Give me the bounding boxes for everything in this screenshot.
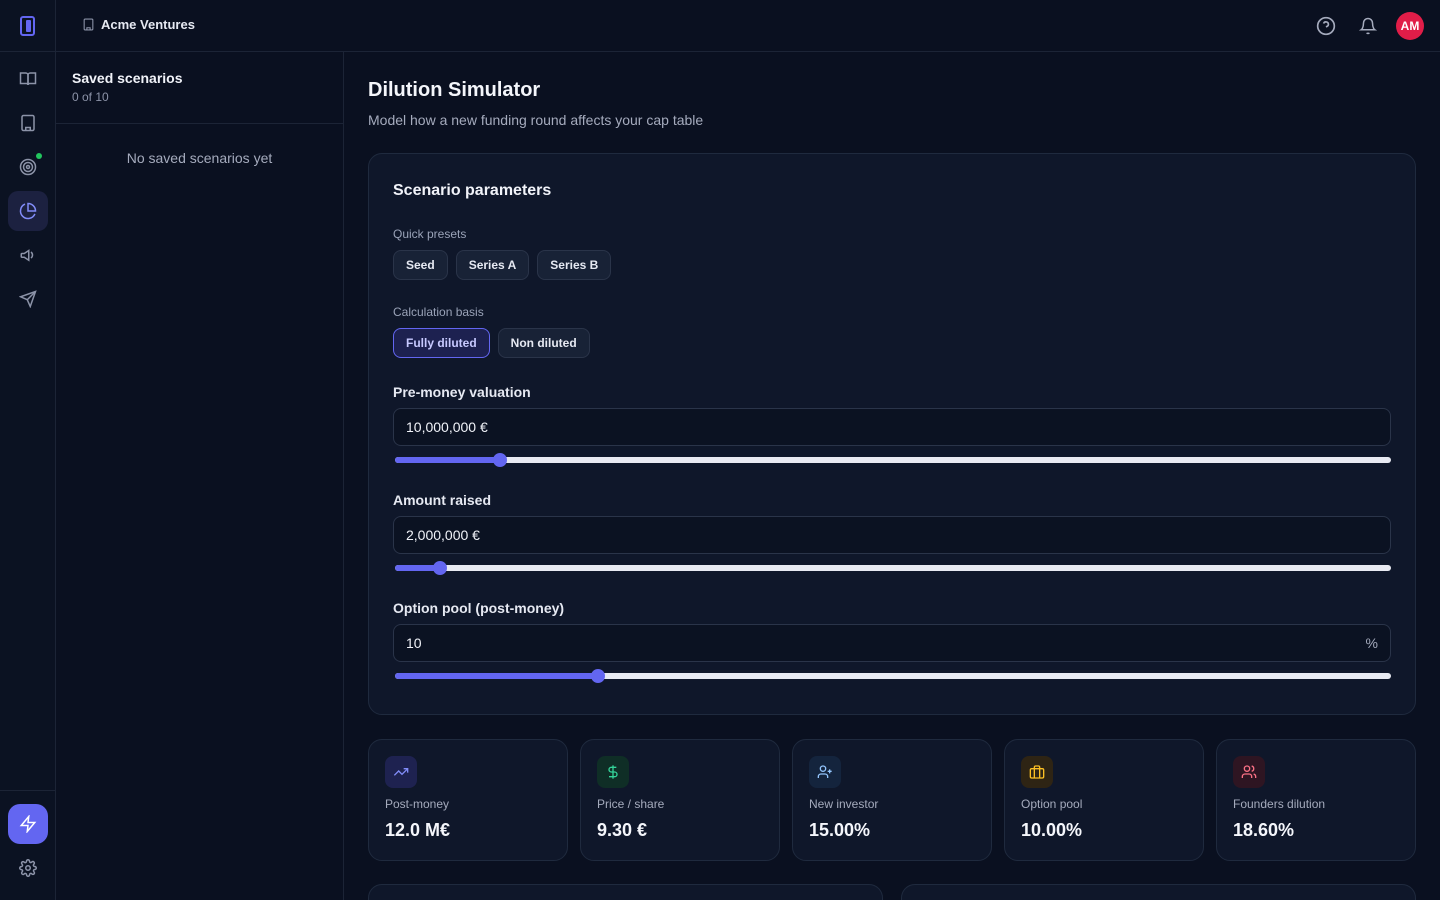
- avatar[interactable]: AM: [1396, 12, 1424, 40]
- premoney-value: 10,000,000 €: [406, 419, 488, 435]
- result-card-left: [368, 884, 883, 900]
- card-title: Scenario parameters: [393, 182, 552, 199]
- building-icon: [83, 18, 94, 31]
- preset-series-b-button[interactable]: Series B: [537, 250, 612, 280]
- briefcase-icon: [1029, 765, 1045, 779]
- presets-label: Quick presets: [393, 227, 467, 241]
- slider-track: [395, 457, 1391, 463]
- pool-input[interactable]: 10 %: [393, 624, 1391, 662]
- stat-label: Post-money: [385, 797, 450, 811]
- stat-label: Founders dilution: [1233, 797, 1326, 811]
- trending-up-icon: [393, 768, 409, 776]
- rail-target[interactable]: [8, 147, 48, 187]
- basis-non-diluted-button[interactable]: Non diluted: [497, 328, 590, 358]
- stat-label: Option pool: [1021, 797, 1083, 811]
- premoney-label: Pre-money valuation: [393, 384, 531, 400]
- help-icon: [1316, 16, 1336, 36]
- slider-thumb[interactable]: [492, 453, 507, 467]
- nav-rail: [0, 0, 56, 900]
- stat-new-investor: New investor 15.00%: [792, 739, 992, 861]
- basis-toggle: Fully diluted Non diluted: [393, 328, 590, 358]
- saved-empty-state: No saved scenarios yet: [126, 150, 273, 166]
- raised-value: 2,000,000 €: [406, 527, 480, 543]
- pool-label: Option pool (post-money): [393, 600, 565, 616]
- rail-settings[interactable]: [8, 848, 48, 888]
- org-name: Acme Ventures: [101, 17, 195, 32]
- bolt-icon: [19, 815, 37, 833]
- stat-icon-box: [385, 756, 417, 788]
- basis-fully-diluted-button[interactable]: Fully diluted: [393, 328, 490, 358]
- stat-label: New investor: [809, 797, 879, 811]
- result-card-right: [901, 884, 1416, 900]
- main-content: Dilution Simulator Model how a new fundi…: [368, 52, 1416, 900]
- page-subtitle: Model how a new funding round affects yo…: [368, 112, 704, 128]
- dollar-icon: [608, 765, 618, 779]
- top-bar: Acme Ventures AM: [56, 0, 1440, 52]
- megaphone-icon: [20, 249, 34, 262]
- basis-label: Calculation basis: [393, 305, 484, 319]
- raised-label: Amount raised: [393, 492, 492, 508]
- raised-slider[interactable]: [395, 561, 1391, 575]
- stats-row: Post-money 12.0 M€ Price / share 9.30 € …: [368, 739, 1416, 861]
- send-icon: [19, 290, 37, 308]
- slider-fill: [395, 457, 500, 463]
- saved-count: 0 of 10: [72, 90, 109, 104]
- stat-value: 12.0 M€: [385, 820, 451, 840]
- pool-slider[interactable]: [395, 669, 1391, 683]
- pool-value: 10: [406, 635, 422, 651]
- status-dot: [36, 153, 42, 159]
- book-icon: [19, 72, 37, 86]
- stat-value: 10.00%: [1021, 820, 1083, 840]
- slider-fill: [395, 673, 599, 679]
- help-button[interactable]: [1312, 12, 1340, 40]
- slider-thumb[interactable]: [432, 561, 447, 575]
- pool-suffix: %: [1365, 635, 1378, 651]
- saved-scenarios-panel: Saved scenarios 0 of 10 No saved scenari…: [56, 52, 344, 900]
- rail-megaphone[interactable]: [8, 235, 48, 275]
- building-icon: [21, 114, 35, 132]
- stat-value: 9.30 €: [597, 820, 648, 840]
- page-title: Dilution Simulator: [368, 79, 541, 101]
- notifications-button[interactable]: [1354, 12, 1382, 40]
- stat-icon-box: [1233, 756, 1265, 788]
- rail-bolt[interactable]: [8, 804, 48, 844]
- stat-price-per-share: Price / share 9.30 €: [580, 739, 780, 861]
- target-icon: [19, 158, 37, 176]
- scenario-parameters-card: Scenario parameters Quick presets Seed S…: [368, 153, 1416, 715]
- rail-divider: [0, 790, 56, 791]
- stat-option-pool: Option pool 10.00%: [1004, 739, 1204, 861]
- stat-post-money: Post-money 12.0 M€: [368, 739, 568, 861]
- rail-building[interactable]: [8, 103, 48, 143]
- premoney-input[interactable]: 10,000,000 €: [393, 408, 1391, 446]
- bell-icon: [1359, 17, 1377, 35]
- app-logo[interactable]: [0, 0, 55, 52]
- stat-icon-box: [597, 756, 629, 788]
- saved-title: Saved scenarios: [72, 70, 183, 86]
- rail-book[interactable]: [8, 59, 48, 99]
- bottom-cards: [368, 884, 1416, 900]
- pie-chart-icon: [19, 202, 37, 220]
- preset-seed-button[interactable]: Seed: [393, 250, 448, 280]
- stat-value: 15.00%: [809, 820, 871, 840]
- raised-input[interactable]: 2,000,000 €: [393, 516, 1391, 554]
- org-switcher[interactable]: Acme Ventures: [82, 17, 195, 32]
- stat-label: Price / share: [597, 797, 665, 811]
- presets-group: Seed Series A Series B: [393, 250, 612, 280]
- slider-thumb[interactable]: [591, 669, 606, 683]
- premoney-slider[interactable]: [395, 453, 1391, 467]
- slider-track: [395, 565, 1391, 571]
- gear-icon: [19, 859, 37, 877]
- stat-value: 18.60%: [1233, 820, 1295, 840]
- users-icon: [1241, 765, 1257, 778]
- rail-pie-chart[interactable]: [8, 191, 48, 231]
- stat-icon-box: [809, 756, 841, 788]
- stat-founders-dilution: Founders dilution 18.60%: [1216, 739, 1416, 861]
- logo-icon: [19, 15, 35, 36]
- preset-series-a-button[interactable]: Series A: [455, 250, 530, 280]
- user-plus-icon: [817, 765, 832, 778]
- stat-icon-box: [1021, 756, 1053, 788]
- rail-send[interactable]: [8, 279, 48, 319]
